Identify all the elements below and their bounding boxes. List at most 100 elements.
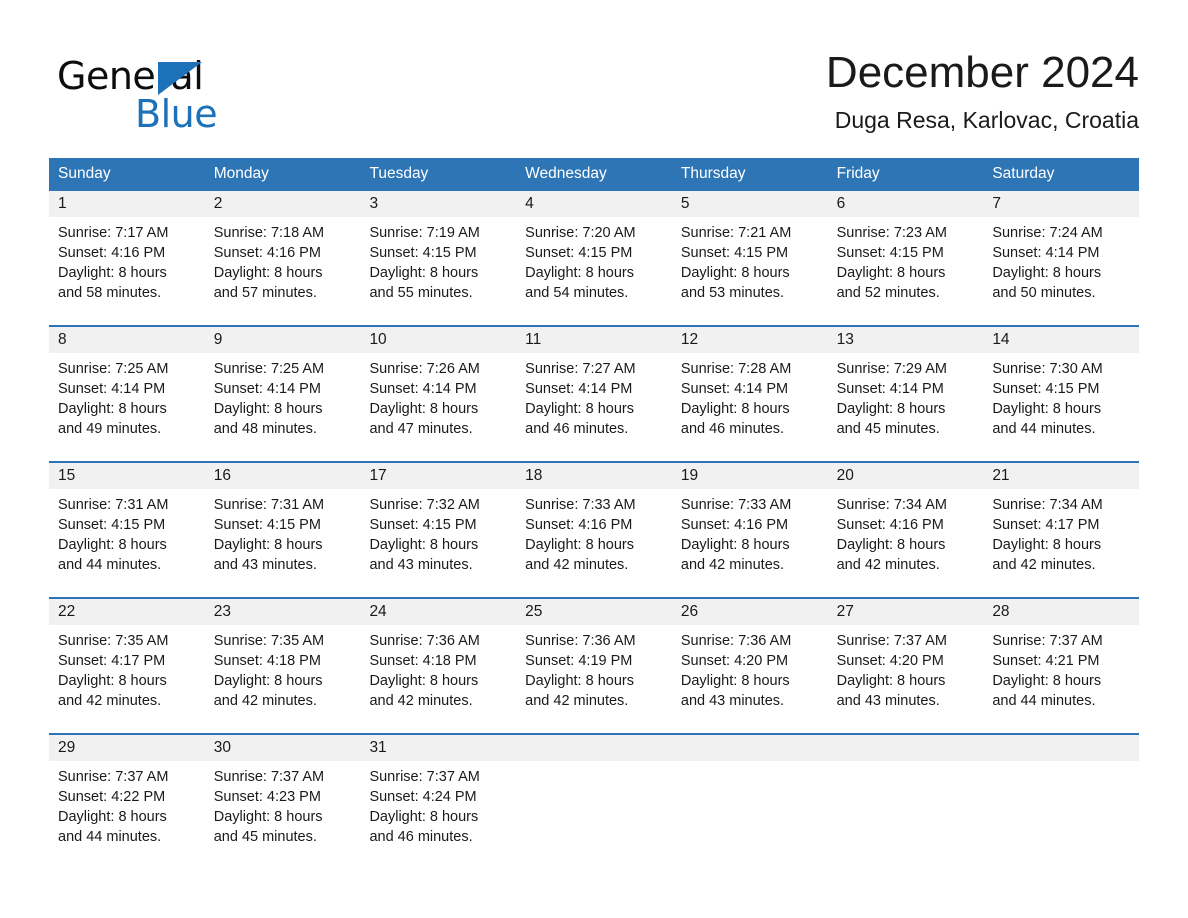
day-number[interactable]: 28 <box>983 599 1139 625</box>
daylight-text-line2: and 44 minutes. <box>992 421 1096 437</box>
day-cell[interactable]: Sunrise: 7:34 AM Sunset: 4:17 PM Dayligh… <box>983 489 1139 597</box>
day-number[interactable]: 30 <box>205 735 361 761</box>
sunset-text: Sunset: 4:17 PM <box>992 517 1100 533</box>
sunset-text: Sunset: 4:14 PM <box>680 381 789 397</box>
day-cell[interactable]: Sunrise: 7:21 AM Sunset: 4:15 PM Dayligh… <box>672 217 828 325</box>
day-number[interactable]: 23 <box>205 599 361 625</box>
day-cell[interactable]: Sunrise: 7:25 AM Sunset: 4:14 PM Dayligh… <box>49 353 205 461</box>
sunset-text: Sunset: 4:15 PM <box>992 381 1100 397</box>
daylight-text-line1: Daylight: 8 hours <box>58 537 167 553</box>
day-cell[interactable]: Sunrise: 7:27 AM Sunset: 4:14 PM Dayligh… <box>516 353 672 461</box>
day-cell[interactable]: Sunrise: 7:26 AM Sunset: 4:14 PM Dayligh… <box>360 353 516 461</box>
day-number[interactable]: 26 <box>672 599 828 625</box>
daylight-text-line1: Daylight: 8 hours <box>369 809 479 825</box>
day-cell[interactable]: Sunrise: 7:31 AM Sunset: 4:15 PM Dayligh… <box>49 489 205 597</box>
daylight-text-line2: and 46 minutes. <box>369 829 473 845</box>
day-number[interactable]: 21 <box>983 463 1139 489</box>
day-number-empty <box>983 735 1139 761</box>
daylight-text-line1: Daylight: 8 hours <box>836 537 946 553</box>
day-cell[interactable]: Sunrise: 7:37 AM Sunset: 4:24 PM Dayligh… <box>360 761 516 869</box>
day-cell[interactable]: Sunrise: 7:35 AM Sunset: 4:17 PM Dayligh… <box>49 625 205 733</box>
day-cell[interactable]: Sunrise: 7:23 AM Sunset: 4:15 PM Dayligh… <box>828 217 984 325</box>
sunrise-text: Sunrise: 7:33 AM <box>525 497 636 513</box>
day-cell[interactable]: Sunrise: 7:36 AM Sunset: 4:20 PM Dayligh… <box>672 625 828 733</box>
calendar-week-row: 29 30 31 Sunrise: 7:37 AM Sunset: 4:22 P… <box>49 733 1139 869</box>
weekday-header-thursday: Thursday <box>680 165 746 182</box>
day-cell[interactable]: Sunrise: 7:20 AM Sunset: 4:15 PM Dayligh… <box>516 217 672 325</box>
day-cell[interactable]: Sunrise: 7:25 AM Sunset: 4:14 PM Dayligh… <box>205 353 361 461</box>
weekday-header-wednesday: Wednesday <box>525 165 607 182</box>
daylight-text-line2: and 57 minutes. <box>213 285 317 301</box>
day-cell[interactable]: Sunrise: 7:35 AM Sunset: 4:18 PM Dayligh… <box>205 625 361 733</box>
day-number[interactable]: 3 <box>360 191 516 217</box>
day-number[interactable]: 27 <box>828 599 984 625</box>
day-number[interactable]: 6 <box>828 191 984 217</box>
sunrise-text: Sunrise: 7:36 AM <box>680 633 792 649</box>
daylight-text-line2: and 47 minutes. <box>369 421 473 437</box>
day-number[interactable]: 4 <box>516 191 672 217</box>
day-cell[interactable]: Sunrise: 7:36 AM Sunset: 4:19 PM Dayligh… <box>516 625 672 733</box>
day-number[interactable]: 13 <box>828 327 984 353</box>
weekday-header-tuesday: Tuesday <box>369 165 429 182</box>
day-cell[interactable]: Sunrise: 7:19 AM Sunset: 4:15 PM Dayligh… <box>360 217 516 325</box>
sunset-text: Sunset: 4:14 PM <box>369 381 477 397</box>
day-number[interactable]: 11 <box>516 327 672 353</box>
day-cell[interactable]: Sunrise: 7:17 AM Sunset: 4:16 PM Dayligh… <box>49 217 205 325</box>
daylight-text-line1: Daylight: 8 hours <box>680 401 790 417</box>
day-number[interactable]: 9 <box>205 327 361 353</box>
general-blue-logo[interactable]: General Blue <box>57 54 317 136</box>
daylight-text-line1: Daylight: 8 hours <box>680 537 790 553</box>
daylight-text-line1: Daylight: 8 hours <box>992 401 1102 417</box>
day-cell[interactable]: Sunrise: 7:37 AM Sunset: 4:21 PM Dayligh… <box>983 625 1139 733</box>
weekday-header-sunday: Sunday <box>58 165 111 182</box>
calendar-week-row: 1 2 3 4 5 6 7 Sunrise: 7:17 AM Sunset: 4… <box>49 189 1139 325</box>
day-cell[interactable]: Sunrise: 7:37 AM Sunset: 4:23 PM Dayligh… <box>205 761 361 869</box>
day-number[interactable]: 20 <box>828 463 984 489</box>
day-number[interactable]: 31 <box>360 735 516 761</box>
day-number[interactable]: 8 <box>49 327 205 353</box>
sunrise-text: Sunrise: 7:33 AM <box>680 497 792 513</box>
day-number[interactable]: 12 <box>672 327 828 353</box>
sunrise-text: Sunrise: 7:30 AM <box>992 361 1103 377</box>
day-cell[interactable]: Sunrise: 7:29 AM Sunset: 4:14 PM Dayligh… <box>828 353 984 461</box>
day-number[interactable]: 2 <box>205 191 361 217</box>
day-number[interactable]: 17 <box>360 463 516 489</box>
day-cell[interactable]: Sunrise: 7:34 AM Sunset: 4:16 PM Dayligh… <box>828 489 984 597</box>
weekday-header-saturday: Saturday <box>992 165 1055 182</box>
day-cell[interactable]: Sunrise: 7:33 AM Sunset: 4:16 PM Dayligh… <box>672 489 828 597</box>
day-number[interactable]: 14 <box>983 327 1139 353</box>
day-number[interactable]: 24 <box>360 599 516 625</box>
day-cell[interactable]: Sunrise: 7:37 AM Sunset: 4:20 PM Dayligh… <box>828 625 984 733</box>
daylight-text-line1: Daylight: 8 hours <box>680 673 790 689</box>
day-number-empty <box>516 735 672 761</box>
day-number[interactable]: 5 <box>672 191 828 217</box>
day-number[interactable]: 22 <box>49 599 205 625</box>
daylight-text-line1: Daylight: 8 hours <box>369 537 479 553</box>
sunset-text: Sunset: 4:19 PM <box>525 653 633 669</box>
day-cell[interactable]: Sunrise: 7:36 AM Sunset: 4:18 PM Dayligh… <box>360 625 516 733</box>
day-cell[interactable]: Sunrise: 7:24 AM Sunset: 4:14 PM Dayligh… <box>983 217 1139 325</box>
day-number[interactable]: 15 <box>49 463 205 489</box>
day-cell[interactable]: Sunrise: 7:30 AM Sunset: 4:15 PM Dayligh… <box>983 353 1139 461</box>
day-number[interactable]: 1 <box>49 191 205 217</box>
day-cell[interactable]: Sunrise: 7:31 AM Sunset: 4:15 PM Dayligh… <box>205 489 361 597</box>
day-cell[interactable]: Sunrise: 7:37 AM Sunset: 4:22 PM Dayligh… <box>49 761 205 869</box>
day-number[interactable]: 19 <box>672 463 828 489</box>
sunrise-text: Sunrise: 7:28 AM <box>680 361 792 377</box>
day-cell[interactable]: Sunrise: 7:18 AM Sunset: 4:16 PM Dayligh… <box>205 217 361 325</box>
day-cell[interactable]: Sunrise: 7:28 AM Sunset: 4:14 PM Dayligh… <box>672 353 828 461</box>
daylight-text-line2: and 48 minutes. <box>213 421 317 437</box>
sunset-text: Sunset: 4:16 PM <box>680 517 789 533</box>
sunrise-text: Sunrise: 7:31 AM <box>58 497 169 513</box>
daylight-text-line1: Daylight: 8 hours <box>680 265 790 281</box>
day-cell[interactable]: Sunrise: 7:33 AM Sunset: 4:16 PM Dayligh… <box>516 489 672 597</box>
day-number[interactable]: 18 <box>516 463 672 489</box>
daylight-text-line2: and 54 minutes. <box>525 285 629 301</box>
day-number[interactable]: 25 <box>516 599 672 625</box>
sunset-text: Sunset: 4:18 PM <box>369 653 477 669</box>
day-number[interactable]: 10 <box>360 327 516 353</box>
day-number[interactable]: 16 <box>205 463 361 489</box>
day-number[interactable]: 29 <box>49 735 205 761</box>
day-number[interactable]: 7 <box>983 191 1139 217</box>
day-cell[interactable]: Sunrise: 7:32 AM Sunset: 4:15 PM Dayligh… <box>360 489 516 597</box>
